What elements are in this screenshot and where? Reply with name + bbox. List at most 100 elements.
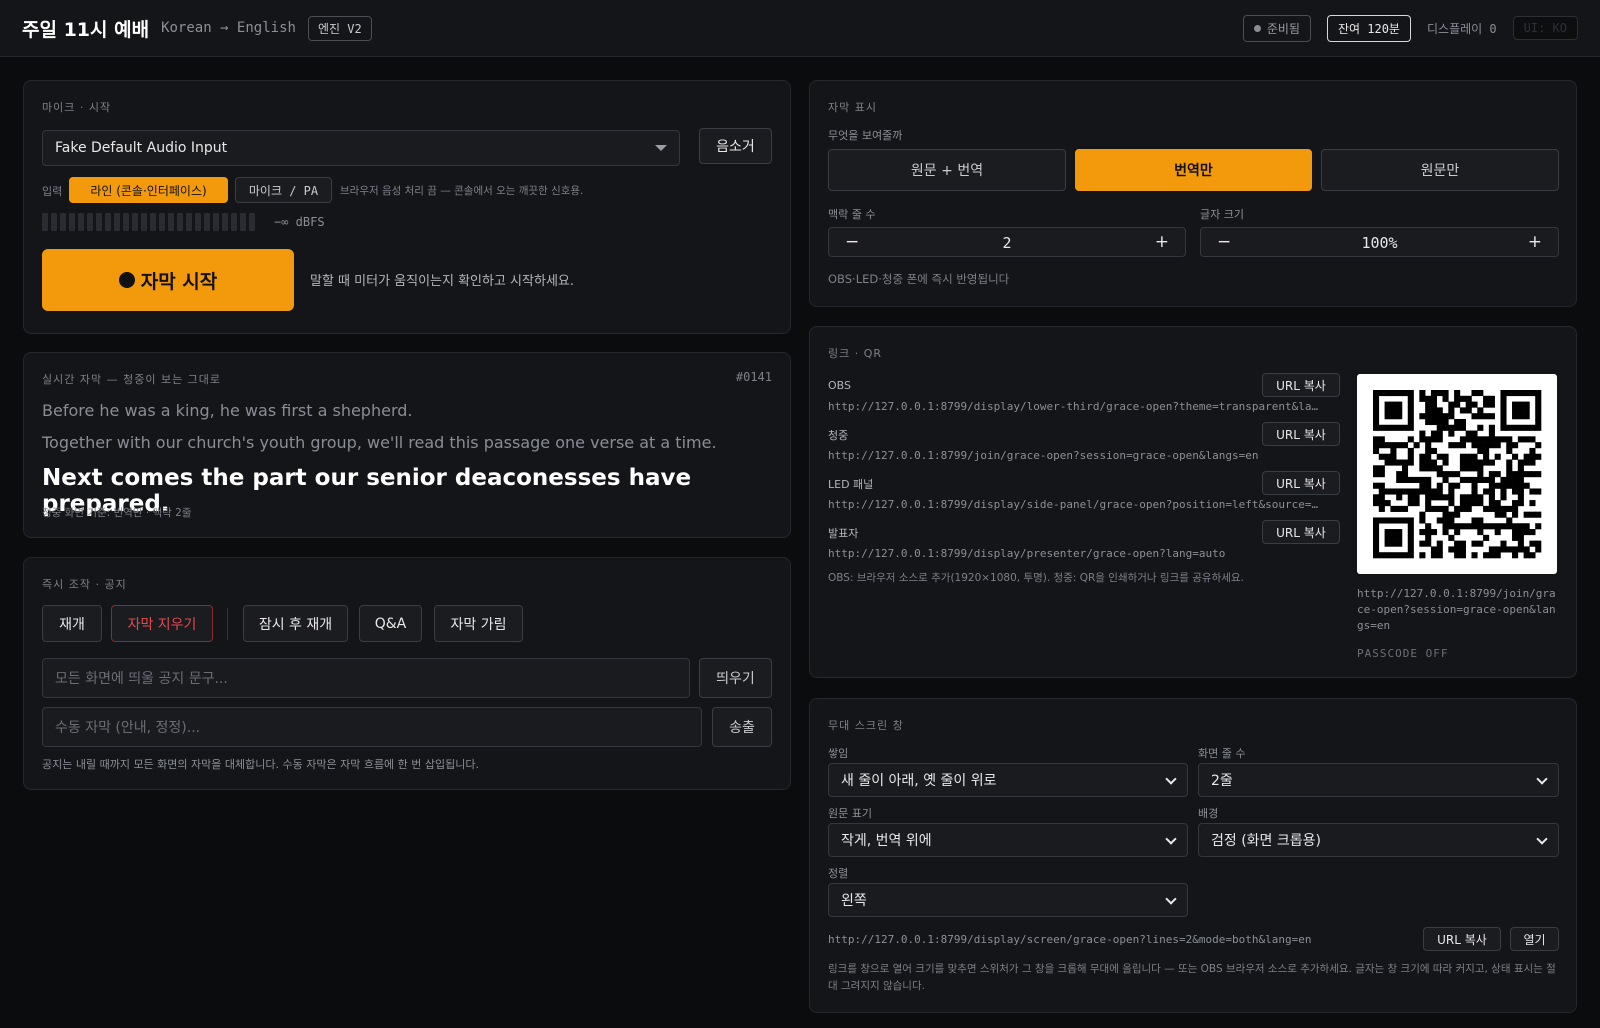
background-value: 검정 (화면 크롭용) [1211, 833, 1321, 849]
input-mic-button[interactable]: 마이크 / PA [235, 177, 332, 203]
copy-obs-url-button[interactable]: URL 복사 [1262, 373, 1340, 397]
screen-lines-value: 2줄 [1211, 773, 1233, 789]
resume-button[interactable]: 재개 [42, 605, 102, 642]
font-size-stepper: − 100% + [1200, 227, 1559, 257]
open-stage-button[interactable]: 열기 [1510, 927, 1559, 951]
stage-screen-panel: 무대 스크린 창 쌓임 새 줄이 아래, 옛 줄이 위로 화면 줄 수 2줄 원… [809, 698, 1577, 1013]
manual-send-button[interactable]: 송출 [712, 707, 772, 747]
links-hint: OBS: 브라우저 소스로 추가(1920×1080, 투명). 청중: QR을… [828, 572, 1244, 584]
controls-panel: 즉시 조작 · 공지 재개 자막 지우기 잠시 후 재개 Q&A 자막 가림 모… [23, 557, 791, 790]
caption-line-1: Before he was a king, he was first a she… [42, 401, 413, 420]
qr-code [1357, 374, 1557, 574]
passcode-status: PASSCODE OFF [1357, 647, 1449, 660]
clear-captions-button[interactable]: 자막 지우기 [111, 605, 213, 642]
start-captions-label: 자막 시작 [140, 270, 218, 293]
copy-stage-url-button[interactable]: URL 복사 [1423, 927, 1501, 951]
link-presenter-label: 발표자 [828, 527, 859, 540]
audio-level-meter [42, 213, 255, 231]
stack-label: 쌓임 [828, 747, 849, 760]
source-display-label: 원문 표기 [828, 807, 872, 820]
link-presenter-url[interactable]: http://127.0.0.1:8799/display/presenter/… [828, 547, 1340, 560]
stage-url[interactable]: http://127.0.0.1:8799/display/screen/gra… [828, 933, 1408, 946]
audio-device-select[interactable]: Fake Default Audio Input [42, 130, 680, 166]
notice-button[interactable]: 띄우기 [699, 658, 772, 698]
engine-badge: 엔진 V2 [307, 15, 372, 41]
live-captions-panel: 실시간 자막 — 청중이 보는 그대로 #0141 Before he was … [23, 352, 791, 538]
manual-placeholder: 수동 자막 (안내, 정정)... [55, 720, 201, 736]
input-hint: 브라우저 음성 처리 끔 — 콘솔에서 오는 깨끗한 신호용. [340, 185, 584, 197]
source-display-value: 작게, 번역 위에 [841, 833, 932, 849]
copy-presenter-url-button[interactable]: URL 복사 [1262, 520, 1340, 544]
mode-source-button[interactable]: 원문만 [1321, 149, 1559, 191]
mode-both-button[interactable]: 원문 + 번역 [828, 149, 1066, 191]
input-line-button[interactable]: 라인 (콘솔·인터페이스) [69, 177, 228, 203]
context-plus-button[interactable]: + [1155, 232, 1169, 252]
status-badge: 준비됨 [1242, 14, 1311, 42]
start-captions-button[interactable]: 자막 시작 [42, 249, 294, 311]
align-select[interactable]: 왼쪽 [828, 883, 1188, 917]
display-hint: OBS·LED·청중 폰에 즉시 반영됩니다 [828, 272, 1010, 286]
display-count: 디스플레이 0 [1426, 21, 1497, 36]
link-audience-label: 청중 [828, 429, 849, 442]
meter-readout: −∞ dBFS [274, 215, 325, 229]
divider [227, 608, 228, 640]
link-led-url[interactable]: http://127.0.0.1:8799/display/side-panel… [828, 498, 1340, 511]
links-panel-label: 링크 · QR [828, 347, 883, 360]
context-lines-stepper: − 2 + [828, 227, 1186, 257]
language-pair: Korean → English [161, 20, 296, 36]
qr-code-icon [1373, 390, 1542, 559]
record-dot-icon [118, 272, 135, 288]
link-audience-url[interactable]: http://127.0.0.1:8799/join/grace-open?se… [828, 449, 1340, 462]
top-bar: 주일 11시 예배 Korean → English 엔진 V2 준비됨 잔여 … [0, 0, 1600, 57]
display-panel: 자막 표시 무엇을 보여줄까 원문 + 번역 번역만 원문만 맥락 줄 수 − … [809, 80, 1577, 307]
mic-panel: 마이크 · 시작 Fake Default Audio Input 음소거 입력… [23, 80, 791, 334]
manual-caption-input[interactable]: 수동 자막 (안내, 정정)... [42, 707, 702, 747]
chevron-down-icon [655, 145, 667, 151]
link-obs-url[interactable]: http://127.0.0.1:8799/display/lower-thir… [828, 400, 1340, 413]
controls-hint: 공지는 내릴 때까지 모든 화면의 자막을 대체합니다. 수동 자막은 자막 흐… [42, 758, 480, 771]
stack-select-value: 새 줄이 아래, 옛 줄이 위로 [841, 773, 997, 789]
context-lines-label: 맥락 줄 수 [828, 208, 876, 221]
copy-audience-url-button[interactable]: URL 복사 [1262, 422, 1340, 446]
start-hint: 말할 때 미터가 움직이는지 확인하고 시작하세요. [310, 274, 574, 289]
pause-resume-button[interactable]: 잠시 후 재개 [243, 605, 348, 642]
chevron-down-icon [1165, 773, 1177, 785]
align-label: 정렬 [828, 867, 849, 880]
background-label: 배경 [1198, 807, 1219, 820]
background-select[interactable]: 검정 (화면 크롭용) [1198, 823, 1559, 857]
screen-lines-label: 화면 줄 수 [1198, 747, 1246, 760]
font-size-label: 글자 크기 [1200, 208, 1244, 221]
copy-led-url-button[interactable]: URL 복사 [1262, 471, 1340, 495]
live-panel-label: 실시간 자막 — 청중이 보는 그대로 [42, 373, 222, 386]
input-label: 입력 [42, 185, 63, 198]
chevron-down-icon [1165, 833, 1177, 845]
chevron-down-icon [1536, 773, 1548, 785]
controls-panel-label: 즉시 조작 · 공지 [42, 578, 127, 591]
screen-lines-select[interactable]: 2줄 [1198, 763, 1559, 797]
qa-button[interactable]: Q&A [359, 605, 422, 642]
caption-number: #0141 [735, 370, 772, 384]
hide-captions-button[interactable]: 자막 가림 [434, 605, 523, 642]
display-panel-label: 자막 표시 [828, 101, 877, 114]
stack-select[interactable]: 새 줄이 아래, 옛 줄이 위로 [828, 763, 1188, 797]
page-title: 주일 11시 예배 [22, 18, 150, 41]
link-obs-label: OBS [828, 379, 851, 392]
qr-url[interactable]: http://127.0.0.1:8799/join/grace-open?se… [1357, 586, 1557, 634]
chevron-down-icon [1536, 833, 1548, 845]
mode-translation-button[interactable]: 번역만 [1075, 149, 1312, 191]
source-display-select[interactable]: 작게, 번역 위에 [828, 823, 1188, 857]
font-size-value: 100% [1361, 234, 1398, 252]
remaining-time-badge: 잔여 120분 [1326, 14, 1411, 42]
size-plus-button[interactable]: + [1528, 232, 1542, 252]
status-label: 준비됨 [1266, 21, 1300, 36]
ui-language-toggle[interactable]: UI: KO [1512, 16, 1578, 40]
mute-button[interactable]: 음소거 [699, 128, 772, 164]
notice-input[interactable]: 모든 화면에 띄울 공지 문구... [42, 658, 690, 698]
chevron-down-icon [1165, 893, 1177, 905]
links-panel: 링크 · QR OBS URL 복사 http://127.0.0.1:8799… [809, 326, 1577, 678]
stage-hint: 링크를 창으로 열어 크기를 맞추면 스위처가 그 창을 크롭해 무대에 올립니… [828, 963, 1556, 992]
audio-device-value: Fake Default Audio Input [55, 140, 228, 156]
stage-panel-label: 무대 스크린 창 [828, 719, 904, 732]
live-footer: 청중 화면 기준: 번역만 · 맥락 2줄 [42, 507, 192, 519]
link-led-label: LED 패널 [828, 478, 874, 491]
